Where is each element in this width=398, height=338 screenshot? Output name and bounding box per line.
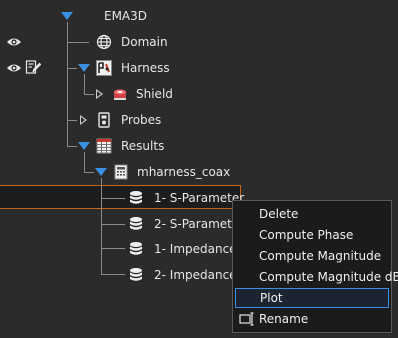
menu-item-compute-magnitude[interactable]: Compute Magnitude <box>235 246 389 266</box>
tree-connector <box>84 152 85 172</box>
tree-connector <box>84 94 94 95</box>
database-icon <box>128 241 144 257</box>
menu-item-rename[interactable]: Rename <box>235 309 389 329</box>
tree-connector <box>67 120 77 121</box>
tree-connector <box>101 248 125 249</box>
edit-icon[interactable] <box>25 59 41 75</box>
menu-item-compute-magnitude-db[interactable]: Compute Magnitude dB <box>235 267 398 287</box>
collapse-arrow-icon[interactable] <box>78 64 90 72</box>
tree-item-shield[interactable]: Shield <box>136 86 173 102</box>
tree-connector <box>67 146 77 147</box>
tree-connector <box>101 224 125 225</box>
expand-arrow-icon[interactable] <box>96 89 103 99</box>
calculator-icon <box>113 164 129 180</box>
menu-item-plot[interactable]: Plot <box>235 288 389 308</box>
tree-item-results[interactable]: Results <box>121 138 164 154</box>
tree-connector <box>101 198 125 199</box>
tree-connector <box>84 74 85 94</box>
database-icon <box>128 216 144 232</box>
harness-icon <box>96 60 112 76</box>
collapse-arrow-icon[interactable] <box>78 142 90 150</box>
tree-connector <box>101 274 125 275</box>
expand-arrow-icon[interactable] <box>80 115 87 125</box>
result-item-label[interactable]: 1- S-Parameter <box>154 190 244 206</box>
probes-icon <box>96 112 112 128</box>
tree-connector <box>67 68 77 69</box>
tree-connector <box>67 22 68 146</box>
menu-item-rename-label: Rename <box>259 312 309 326</box>
tree-item-probes[interactable]: Probes <box>121 112 161 128</box>
eye-icon[interactable] <box>6 60 22 76</box>
result-item-label[interactable]: 2- Impedance <box>154 267 237 283</box>
tree-item-harness[interactable]: Harness <box>121 60 170 76</box>
tree-item-mharness-coax[interactable]: mharness_coax <box>137 164 230 180</box>
collapse-arrow-icon[interactable] <box>61 12 73 20</box>
tree-connector <box>67 42 89 43</box>
tree-root-label[interactable]: EMA3D <box>104 8 147 24</box>
database-icon <box>128 190 144 206</box>
menu-item-delete[interactable]: Delete <box>235 204 389 224</box>
context-menu: Delete Compute Phase Compute Magnitude C… <box>232 200 398 333</box>
rename-icon <box>239 312 255 326</box>
database-icon <box>128 267 144 283</box>
tree-connector <box>101 178 102 274</box>
tree-item-domain[interactable]: Domain <box>121 34 168 50</box>
eye-icon[interactable] <box>6 34 22 50</box>
tree-connector <box>84 172 94 173</box>
result-item-label[interactable]: 2- S-Parameter <box>154 216 244 232</box>
results-icon <box>96 138 112 154</box>
menu-item-compute-phase[interactable]: Compute Phase <box>235 225 389 245</box>
shield-icon <box>112 86 128 102</box>
result-item-label[interactable]: 1- Impedance <box>154 241 237 257</box>
globe-icon <box>96 34 112 50</box>
collapse-arrow-icon[interactable] <box>95 168 107 176</box>
